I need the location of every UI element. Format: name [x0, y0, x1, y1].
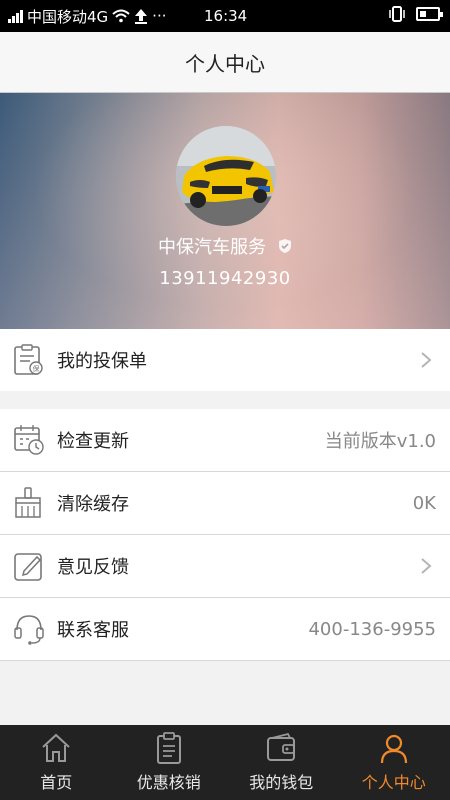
tab-label: 我的钱包 — [249, 773, 314, 792]
status-bar: 中国移动4G ··· 16:34 — [0, 0, 450, 32]
tab-label: 优惠核销 — [136, 773, 201, 792]
menu-check-update[interactable]: 检查更新 当前版本v1.0 — [0, 409, 450, 471]
wallet-icon — [267, 732, 296, 761]
upload-icon — [135, 9, 148, 24]
battery-icon — [416, 7, 443, 21]
broom-icon — [15, 487, 41, 518]
clock: 16:34 — [204, 7, 248, 25]
divider — [0, 660, 450, 661]
headset-icon — [14, 615, 44, 645]
wifi-icon — [112, 9, 130, 23]
shield-icon — [279, 239, 291, 253]
menu-clear-cache[interactable]: 清除缓存 0K — [0, 472, 450, 534]
tab-personal-center[interactable]: 个人中心 — [338, 725, 450, 800]
tab-home[interactable]: 首页 — [0, 725, 113, 800]
menu-label: 清除缓存 — [57, 494, 129, 515]
version-value: 当前版本v1.0 — [324, 431, 436, 452]
tab-my-wallet[interactable]: 我的钱包 — [225, 725, 338, 800]
cache-size-value: 0K — [412, 492, 436, 514]
nav-header: 个人中心 — [0, 32, 450, 93]
menu-label: 我的投保单 — [57, 351, 147, 372]
profile-header: 中保汽车服务 13911942930 — [0, 93, 450, 329]
tab-label: 首页 — [40, 773, 73, 792]
service-phone-value: 400-136-9955 — [308, 618, 436, 640]
username: 中保汽车服务 — [158, 237, 266, 258]
page-title: 个人中心 — [185, 51, 265, 76]
phone-number: 13911942930 — [159, 268, 291, 289]
car-photo — [176, 126, 276, 226]
svg-text:保: 保 — [33, 364, 40, 373]
vibrate-icon — [389, 6, 405, 22]
carrier-label: 中国移动4G — [27, 7, 109, 26]
chevron-right-icon — [421, 352, 432, 368]
more-indicator: ··· — [152, 7, 167, 25]
person-icon — [380, 734, 407, 764]
menu-feedback[interactable]: 意见反馈 — [0, 535, 450, 597]
username-row: 中保汽车服务 — [0, 233, 450, 259]
menu-contact-service[interactable]: 联系客服 400-136-9955 — [0, 598, 450, 660]
signal-icon — [8, 9, 23, 23]
menu-label: 意见反馈 — [57, 557, 129, 578]
status-bar-right — [388, 6, 443, 22]
tab-coupon-verify[interactable]: 优惠核销 — [113, 725, 226, 800]
menu-label: 检查更新 — [57, 431, 129, 452]
status-bar-left: 中国移动4G ··· — [0, 6, 166, 27]
home-icon — [42, 733, 70, 762]
clipboard-icon — [156, 732, 181, 764]
policy-document-icon: 保 — [14, 344, 43, 375]
chevron-right-icon — [421, 558, 432, 574]
bottom-tab-bar: 首页 优惠核销 我的钱包 个人中心 — [0, 725, 450, 800]
calendar-clock-icon — [14, 425, 44, 455]
tab-label: 个人中心 — [361, 773, 426, 792]
edit-note-icon — [14, 553, 42, 581]
menu-label: 联系客服 — [57, 620, 129, 641]
avatar[interactable] — [176, 126, 276, 226]
menu-my-policies[interactable]: 保 我的投保单 — [0, 329, 450, 391]
